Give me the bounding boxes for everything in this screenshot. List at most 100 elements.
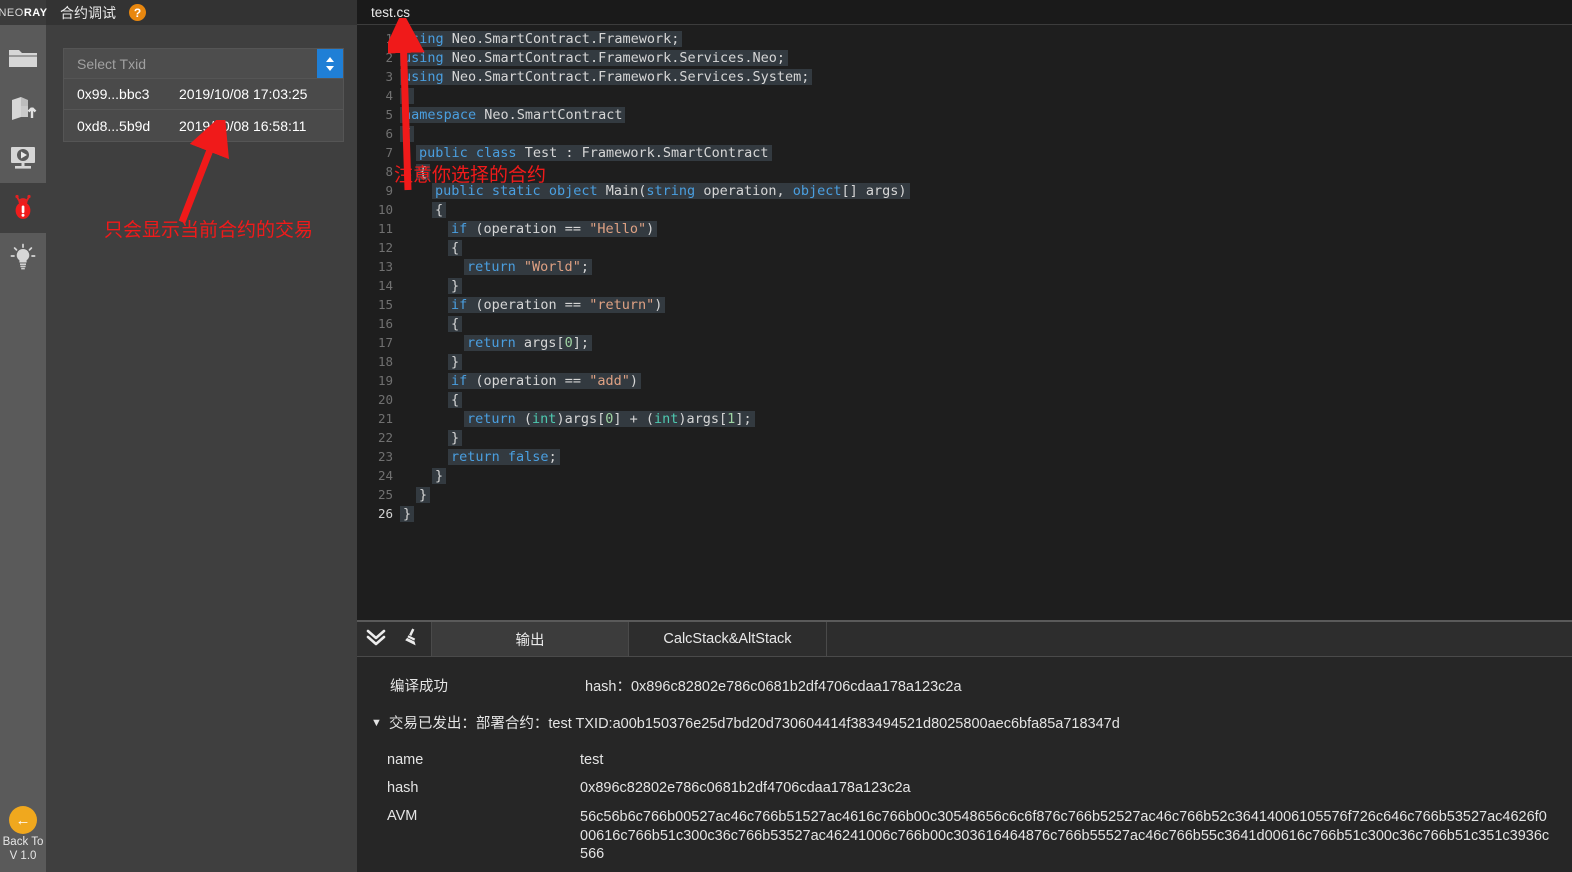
broom-icon: [403, 627, 423, 652]
list-item[interactable]: 0x99...bbc3 2019/10/08 17:03:25: [64, 79, 343, 110]
line-number: 12: [377, 240, 393, 255]
clear-output-button[interactable]: [394, 622, 431, 656]
tx-id: 0xd8...5b9d: [77, 117, 151, 134]
line-number: 11: [377, 221, 393, 236]
line-number: 13: [377, 259, 393, 274]
code-line: 11 if (operation == "Hello"): [357, 219, 1572, 238]
collapse-button[interactable]: [357, 622, 394, 656]
code-line: 2 using Neo.SmartContract.Framework.Servi…: [357, 48, 1572, 67]
code-text[interactable]: using Neo.SmartContract.Framework.Servic…: [400, 49, 789, 66]
line-number: 21: [377, 411, 393, 426]
compile-status: 编译成功: [390, 679, 448, 695]
tab-test-cs[interactable]: test.cs: [357, 0, 424, 25]
code-line: 23 return false;: [357, 447, 1572, 466]
tx-time: 2019/10/08 16:58:11: [179, 117, 307, 134]
code-line: 14}: [357, 276, 1572, 295]
list-item[interactable]: 0xd8...5b9d 2019/10/08 16:58:11: [64, 110, 343, 141]
code-line: 5 namespace Neo.SmartContract: [357, 105, 1572, 124]
code-line: 15 if (operation == "return"): [357, 295, 1572, 314]
app-logo: NEORAY: [0, 0, 47, 25]
line-number: 4: [385, 88, 393, 103]
back-to-v1-button[interactable]: ← Back To V 1.0: [0, 806, 46, 862]
tx-time: 2019/10/08 17:03:25: [179, 86, 308, 102]
output-tab-bar: 输出 CalcStack&AltStack: [357, 622, 1572, 657]
sidebar-item-debug[interactable]: [0, 183, 46, 233]
code-line: 3 using Neo.SmartContract.Framework.Servi…: [357, 67, 1572, 86]
code-text[interactable]: using Neo.SmartContract.Framework;: [400, 30, 683, 47]
lightbulb-icon: [8, 243, 38, 273]
line-number: 10: [377, 202, 393, 217]
code-line: 16 {: [357, 314, 1572, 333]
code-text[interactable]: }: [448, 277, 463, 294]
code-text[interactable]: }: [448, 429, 463, 446]
line-number: 7: [385, 145, 393, 160]
logo-neo: NEO: [0, 6, 24, 19]
code-text[interactable]: {: [432, 201, 447, 218]
line-number: 15: [377, 297, 393, 312]
tab-calcstack-altstack[interactable]: CalcStack&AltStack: [629, 622, 827, 656]
code-line: 19 if (operation == "add"): [357, 371, 1572, 390]
code-line: 20 {: [357, 390, 1572, 409]
compile-result-row: 编译成功 hash：0x896c82802e786c0681b2df4706cd…: [357, 675, 1572, 695]
detail-value: 56c56b6c766b00527ac46c766b51527ac4616c76…: [580, 809, 1550, 862]
code-line: 4: [357, 86, 1572, 105]
code-text[interactable]: {: [448, 239, 463, 256]
code-line: 22}: [357, 428, 1572, 447]
annotation-text-contract: 注意你选择的合约: [394, 165, 547, 186]
code-line: 10 {: [357, 200, 1572, 219]
line-number: 25: [377, 487, 393, 502]
txid-select-box[interactable]: Select Txid: [63, 48, 344, 79]
expand-caret-icon[interactable]: ▼: [371, 717, 382, 729]
folder-icon: [8, 46, 38, 70]
txid-list: 0x99...bbc3 2019/10/08 17:03:25 0xd8...5…: [63, 79, 344, 142]
code-text[interactable]: return false;: [448, 448, 560, 465]
line-number: 20: [377, 392, 393, 407]
tx-id: 0x99...bbc3: [77, 86, 150, 102]
code-editor: test.cs 1 using Neo.SmartContract.Framewo…: [357, 0, 1572, 620]
back-to-label-line1: Back To: [2, 836, 44, 848]
code-text[interactable]: }: [400, 505, 415, 522]
code-area[interactable]: 1 using Neo.SmartContract.Framework; 2 usin…: [357, 25, 1572, 523]
code-line: 6{: [357, 124, 1572, 143]
help-icon[interactable]: ?: [129, 4, 146, 21]
detail-key: hash: [387, 780, 419, 796]
tx-sent-row[interactable]: ▼ 交易已发出：部署合约：test TXID:a00b150376e25d7bd…: [371, 712, 1120, 733]
sidebar-item-deploy[interactable]: [0, 83, 46, 133]
code-text[interactable]: {: [400, 125, 415, 142]
line-number: 14: [377, 278, 393, 293]
sidebar-item-run[interactable]: [0, 133, 46, 183]
code-text[interactable]: if (operation == "return"): [448, 296, 666, 313]
line-number: 22: [377, 430, 393, 445]
code-text[interactable]: if (operation == "add"): [448, 372, 641, 389]
code-line: 25}: [357, 485, 1572, 504]
code-text[interactable]: using Neo.SmartContract.Framework.Servic…: [400, 68, 813, 85]
line-number: 1: [385, 31, 393, 46]
code-text[interactable]: return (int)args[0] + (int)args[1];: [464, 410, 755, 427]
line-number: 3: [385, 69, 393, 84]
code-text[interactable]: }: [416, 486, 431, 503]
compile-hash: hash：0x896c82802e786c0681b2df4706cdaa178…: [585, 679, 962, 695]
tab-output[interactable]: 输出: [432, 622, 629, 656]
txid-placeholder: Select Txid: [77, 55, 146, 72]
chevron-double-down-icon: [365, 628, 387, 651]
detail-key: name: [387, 752, 424, 768]
output-tab-filler: [827, 622, 1572, 656]
code-line: 24}: [357, 466, 1572, 485]
monitor-play-icon: [8, 145, 38, 171]
app-root: NEORAY 合约调试 ? ← Back To V 1.0 Select Txi…: [0, 0, 1572, 872]
code-text[interactable]: {: [448, 315, 463, 332]
code-text[interactable]: }: [432, 467, 447, 484]
code-text[interactable]: public class Test : Framework.SmartContr…: [416, 144, 772, 161]
code-text[interactable]: return "World";: [464, 258, 592, 275]
line-number: 19: [377, 373, 393, 388]
code-text[interactable]: {: [448, 391, 463, 408]
sidebar-item-hint[interactable]: [0, 233, 46, 283]
code-text[interactable]: }: [448, 353, 463, 370]
code-line: 21 return (int)args[0] + (int)args[1];: [357, 409, 1572, 428]
code-text[interactable]: if (operation == "Hello"): [448, 220, 658, 237]
code-text[interactable]: [400, 87, 415, 104]
sidebar-item-folder[interactable]: [0, 33, 46, 83]
code-text[interactable]: namespace Neo.SmartContract: [400, 106, 626, 123]
txid-spinner-button[interactable]: [317, 49, 343, 78]
code-text[interactable]: return args[0];: [464, 334, 592, 351]
